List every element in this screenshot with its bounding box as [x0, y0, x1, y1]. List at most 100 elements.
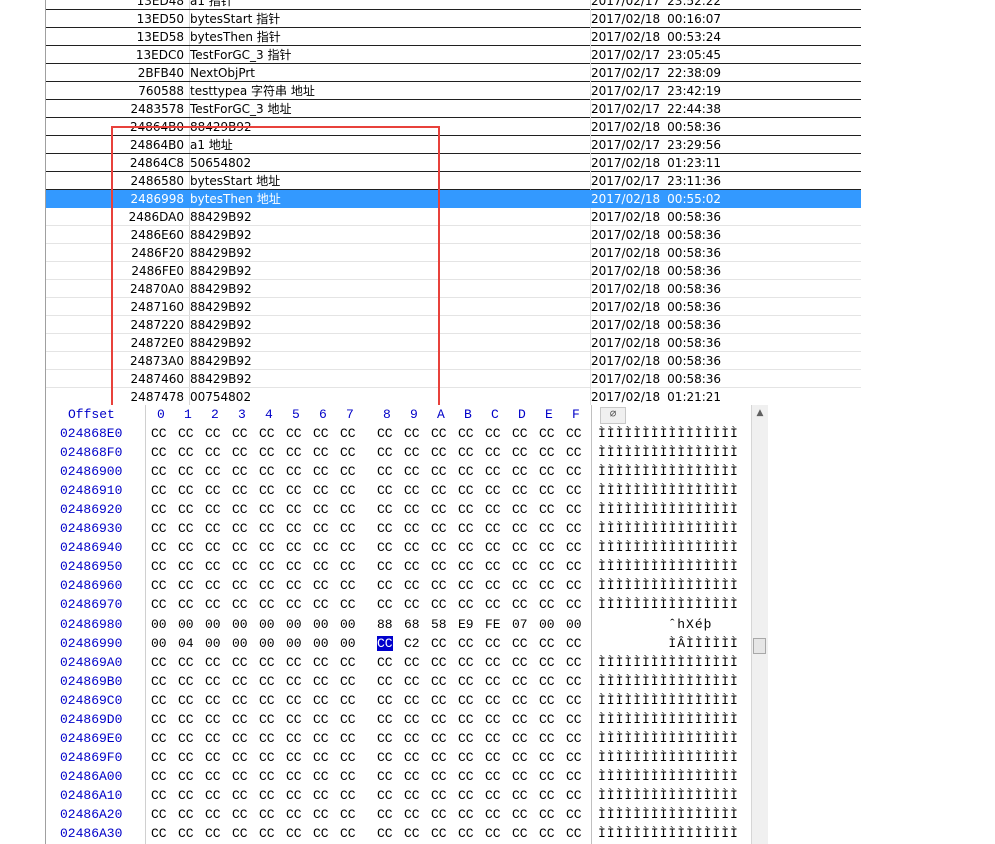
- hex-byte[interactable]: CC: [431, 788, 447, 803]
- hex-byte[interactable]: CC: [178, 750, 194, 765]
- row-ascii[interactable]: ÌÌÌÌÌÌÌÌÌÌÌÌÌÌÌÌ: [598, 483, 739, 498]
- hex-byte[interactable]: CC: [377, 464, 393, 479]
- hex-byte[interactable]: CC: [539, 597, 555, 612]
- hex-byte[interactable]: CC: [340, 483, 356, 498]
- hex-byte[interactable]: CC: [151, 445, 167, 460]
- hex-byte[interactable]: CC: [205, 597, 221, 612]
- hex-byte[interactable]: CC: [377, 750, 393, 765]
- hex-byte[interactable]: CC: [512, 636, 528, 651]
- hex-byte[interactable]: CC: [539, 731, 555, 746]
- hex-byte[interactable]: CC: [539, 502, 555, 517]
- hex-byte[interactable]: CC: [566, 597, 582, 612]
- hex-byte[interactable]: CC: [286, 826, 302, 841]
- row-ascii[interactable]: ÌÌÌÌÌÌÌÌÌÌÌÌÌÌÌÌ: [598, 807, 739, 822]
- hex-byte[interactable]: CC: [340, 674, 356, 689]
- hex-byte[interactable]: CC: [431, 559, 447, 574]
- hex-byte[interactable]: CC: [313, 826, 329, 841]
- hex-byte[interactable]: CC: [485, 540, 501, 555]
- hex-byte[interactable]: CC: [178, 521, 194, 536]
- hex-byte[interactable]: CC: [431, 445, 447, 460]
- hex-byte[interactable]: CC: [485, 769, 501, 784]
- hex-byte[interactable]: CC: [205, 540, 221, 555]
- hex-byte[interactable]: CC: [458, 464, 474, 479]
- hex-byte[interactable]: CC: [404, 769, 420, 784]
- hex-byte[interactable]: CC: [232, 464, 248, 479]
- hex-byte[interactable]: CC: [377, 807, 393, 822]
- hex-byte[interactable]: CC: [512, 750, 528, 765]
- hex-byte[interactable]: CC: [232, 826, 248, 841]
- scrollbar-thumb[interactable]: [753, 638, 766, 654]
- hex-byte[interactable]: CC: [539, 655, 555, 670]
- hex-byte[interactable]: CC: [404, 674, 420, 689]
- hex-byte[interactable]: CC: [539, 807, 555, 822]
- hex-byte[interactable]: CC: [313, 712, 329, 727]
- hex-byte[interactable]: CC: [340, 655, 356, 670]
- hex-byte[interactable]: CC: [313, 769, 329, 784]
- hex-byte[interactable]: CC: [539, 464, 555, 479]
- hex-byte[interactable]: CC: [286, 445, 302, 460]
- hex-byte[interactable]: CC: [232, 769, 248, 784]
- hex-byte[interactable]: CC: [458, 788, 474, 803]
- hex-byte[interactable]: CC: [232, 578, 248, 593]
- hex-byte[interactable]: CC: [377, 712, 393, 727]
- hex-byte[interactable]: CC: [404, 502, 420, 517]
- hex-byte[interactable]: CC: [377, 502, 393, 517]
- hex-byte[interactable]: 00: [232, 636, 248, 651]
- row-ascii[interactable]: ÌÌÌÌÌÌÌÌÌÌÌÌÌÌÌÌ: [598, 693, 739, 708]
- hex-byte[interactable]: CC: [286, 788, 302, 803]
- hex-byte[interactable]: CC: [458, 693, 474, 708]
- hex-byte[interactable]: CC: [566, 464, 582, 479]
- hex-editor[interactable]: Offset 0 1 2 3 4 5 6 7 8 9 A B C D E F ⌀ 024868E0 CC CC CC…: [45, 405, 768, 844]
- hex-byte[interactable]: 88: [377, 617, 393, 632]
- hex-byte[interactable]: CC: [431, 769, 447, 784]
- scroll-up-icon[interactable]: ▲: [752, 405, 768, 421]
- hex-byte[interactable]: CC: [431, 426, 447, 441]
- hex-byte[interactable]: CC: [178, 464, 194, 479]
- hex-byte[interactable]: CC: [151, 731, 167, 746]
- hex-byte[interactable]: CC: [485, 712, 501, 727]
- hex-byte[interactable]: CC: [259, 788, 275, 803]
- hex-byte[interactable]: CC: [539, 540, 555, 555]
- hex-byte[interactable]: CC: [259, 426, 275, 441]
- hex-byte[interactable]: CC: [404, 655, 420, 670]
- hex-byte[interactable]: CC: [232, 445, 248, 460]
- hex-byte[interactable]: CC: [458, 559, 474, 574]
- hex-byte[interactable]: CC: [485, 750, 501, 765]
- hex-byte[interactable]: CC: [404, 464, 420, 479]
- hex-byte[interactable]: CC: [485, 502, 501, 517]
- hex-byte[interactable]: CC: [259, 693, 275, 708]
- hex-byte[interactable]: CC: [259, 655, 275, 670]
- hex-byte[interactable]: CC: [313, 655, 329, 670]
- hex-byte[interactable]: CC: [259, 445, 275, 460]
- hex-byte[interactable]: CC: [313, 483, 329, 498]
- hex-byte[interactable]: CC: [259, 807, 275, 822]
- hex-byte[interactable]: CC: [151, 693, 167, 708]
- hex-byte[interactable]: CC: [512, 578, 528, 593]
- hex-byte[interactable]: E9: [458, 617, 474, 632]
- hex-byte[interactable]: CC: [232, 750, 248, 765]
- hex-byte[interactable]: CC: [485, 655, 501, 670]
- hex-byte[interactable]: CC: [566, 731, 582, 746]
- hex-byte[interactable]: CC: [313, 674, 329, 689]
- row-ascii[interactable]: ÌÌÌÌÌÌÌÌÌÌÌÌÌÌÌÌ: [598, 769, 739, 784]
- row-ascii[interactable]: ÌÌÌÌÌÌÌÌÌÌÌÌÌÌÌÌ: [598, 426, 739, 441]
- hex-byte[interactable]: CC: [485, 521, 501, 536]
- hex-byte[interactable]: 00: [205, 636, 221, 651]
- hex-byte[interactable]: CC: [458, 521, 474, 536]
- hex-byte[interactable]: CC: [377, 693, 393, 708]
- hex-byte[interactable]: CC: [313, 578, 329, 593]
- hex-byte[interactable]: 00: [340, 617, 356, 632]
- hex-byte[interactable]: CC: [205, 502, 221, 517]
- hex-byte[interactable]: CC: [205, 521, 221, 536]
- hex-byte[interactable]: CC: [404, 445, 420, 460]
- hex-byte[interactable]: CC: [458, 731, 474, 746]
- hex-byte[interactable]: CC: [512, 559, 528, 574]
- hex-byte[interactable]: CC: [566, 750, 582, 765]
- hex-byte[interactable]: CC: [539, 636, 555, 651]
- hex-byte[interactable]: CC: [512, 597, 528, 612]
- hex-byte[interactable]: CC: [286, 731, 302, 746]
- hex-byte[interactable]: CC: [404, 540, 420, 555]
- hex-byte[interactable]: CC: [539, 578, 555, 593]
- hex-byte[interactable]: CC: [485, 559, 501, 574]
- hex-byte[interactable]: CC: [151, 578, 167, 593]
